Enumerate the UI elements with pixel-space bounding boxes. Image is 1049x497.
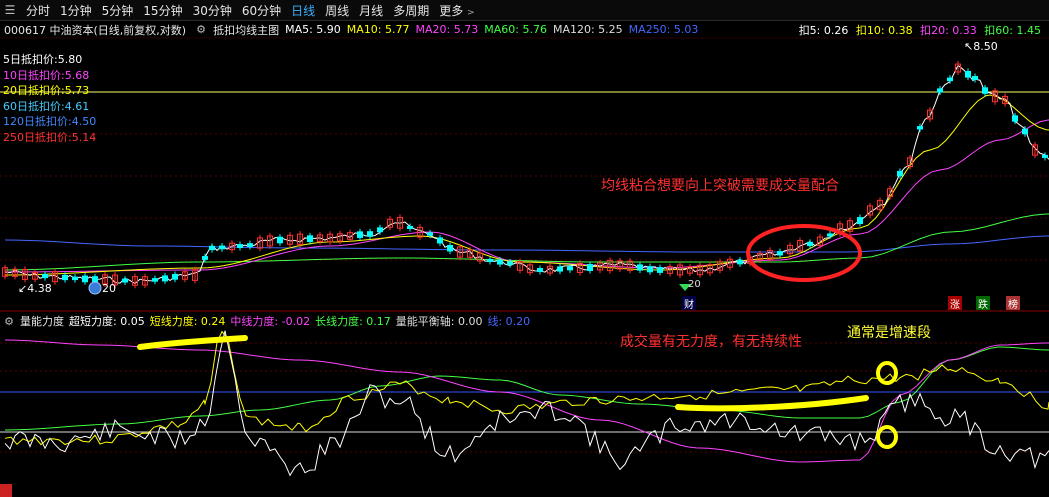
candle (172, 273, 178, 280)
candle (247, 243, 253, 247)
highlight-ellipse (746, 224, 862, 282)
candle (947, 77, 953, 82)
candle (162, 275, 168, 282)
candle (497, 259, 503, 265)
legend-60d: 60日抵扣价:4.61 (3, 99, 90, 113)
ma10-line (4, 94, 1049, 276)
lower-pane-info: ⚙ 量能力度 超短力度: 0.05 短线力度: 0.24 中线力度: -0.02… (0, 313, 1049, 329)
candle (42, 274, 48, 279)
candle (427, 232, 433, 236)
candle (487, 258, 493, 262)
candle (647, 266, 653, 273)
moving-average-lines (4, 64, 1049, 285)
annotation-lower: 成交量有无力度，有无持续性 (620, 334, 802, 350)
tag-finance[interactable]: 财 (682, 296, 696, 311)
tag-rank[interactable]: 榜 (1006, 296, 1020, 311)
legend-120d: 120日抵扣价:4.50 (3, 115, 97, 128)
kline-chart[interactable] (0, 0, 1049, 497)
candle (857, 217, 863, 225)
candle (377, 227, 383, 233)
price-low-value: 4.38 (27, 282, 52, 295)
candle (152, 278, 158, 282)
tag-rise[interactable]: 涨 (948, 296, 962, 311)
candle (917, 126, 923, 130)
candle (1022, 128, 1028, 135)
candle (937, 88, 943, 93)
highlight-circle-upper (876, 361, 898, 385)
annotation-upper: 均线粘合想要向上突破需要成交量配合 (601, 178, 839, 194)
candle (657, 267, 663, 273)
candle (122, 278, 128, 283)
legend-20d: 20日抵扣价:5.73 (3, 84, 90, 97)
indicator-name[interactable]: 量能力度 (20, 313, 64, 329)
candle (637, 264, 643, 271)
long-force-line (4, 346, 1049, 431)
short-force: 短线力度: 0.24 (149, 315, 226, 328)
price-low-label: ↙4.38 (18, 282, 52, 295)
candle (567, 266, 573, 271)
scroll-handle[interactable] (0, 484, 12, 497)
candle (219, 245, 225, 250)
candle (737, 259, 743, 265)
candle (447, 244, 453, 252)
candle (277, 236, 283, 244)
volume-force-lines (4, 330, 1049, 477)
legend-10d: 10日抵扣价:5.68 (3, 68, 90, 82)
candle (537, 268, 543, 272)
highlight-circle-lower (876, 425, 898, 449)
candle (965, 70, 971, 78)
candle (897, 170, 903, 177)
candle (587, 264, 593, 272)
event-count: 20 (102, 282, 116, 295)
candle (557, 266, 563, 272)
ultra-short-force-line (4, 330, 1049, 477)
ma5-line (4, 64, 1049, 285)
candle (1012, 115, 1018, 122)
ma120-line (4, 235, 1049, 253)
tag-fall[interactable]: 跌 (976, 296, 990, 311)
candle (62, 274, 68, 281)
candle (82, 275, 88, 283)
diamond-label: 20 (688, 279, 701, 290)
candle (982, 87, 988, 94)
candle (72, 276, 78, 281)
balance-axis-value: 量能平衡轴: 0.00 (395, 315, 483, 328)
candle (437, 237, 443, 244)
candle (777, 251, 783, 256)
event-circle-icon[interactable] (88, 281, 102, 295)
candle (827, 233, 833, 237)
legend-250d: 250日抵扣价:5.14 (3, 130, 97, 144)
candle (367, 231, 373, 237)
long-force: 长线力度: 0.17 (315, 315, 391, 328)
candle (407, 225, 413, 230)
candle (357, 231, 363, 238)
deduction-legend: 5日抵扣价:5.80 10日抵扣价:5.68 20日抵扣价:5.73 60日抵扣… (3, 52, 96, 145)
start-line-value: 线: 0.20 (487, 315, 531, 328)
candle (972, 76, 978, 80)
candle (307, 235, 313, 243)
candle (1042, 154, 1048, 158)
price-high-value: 8.50 (973, 40, 998, 53)
legend-5d: 5日抵扣价:5.80 (3, 53, 83, 66)
mid-force: 中线力度: -0.02 (230, 315, 311, 328)
candle (202, 256, 208, 260)
candle (209, 245, 215, 251)
candle (807, 241, 813, 247)
candlesticks (2, 61, 1048, 289)
ultra-short-force: 超短力度: 0.05 (69, 315, 145, 328)
candle (507, 261, 513, 266)
price-high-label: ↖8.50 (964, 40, 998, 53)
candle (92, 276, 98, 282)
gear-icon[interactable]: ⚙ (3, 315, 15, 328)
candle (237, 244, 243, 248)
